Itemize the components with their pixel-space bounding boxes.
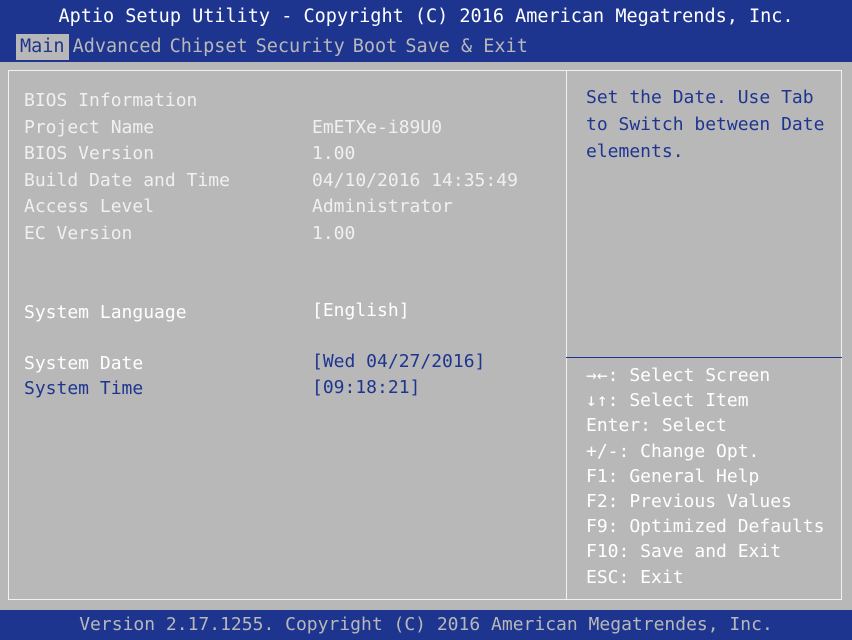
ec-version-value: 1.00 xyxy=(312,223,356,244)
tab-main[interactable]: Main xyxy=(16,34,69,60)
tab-advanced[interactable]: Advanced xyxy=(69,34,166,60)
system-language-label: System Language xyxy=(24,302,187,323)
tab-security[interactable]: Security xyxy=(252,34,349,60)
key-select-item: ↓↑: Select Item xyxy=(586,390,749,412)
bios-version-value: 1.00 xyxy=(312,143,356,164)
version-text: Version 2.17.1255. Copyright (C) 2016 Am… xyxy=(79,614,773,635)
key-previous-values: F2: Previous Values xyxy=(586,490,792,512)
help-panel-divider xyxy=(566,70,567,600)
key-change-opt: +/-: Change Opt. xyxy=(586,440,760,462)
bios-version-label: BIOS Version xyxy=(24,143,155,164)
bios-info-heading: BIOS Information xyxy=(24,90,198,111)
system-time-field[interactable]: [09:18:21] xyxy=(312,377,420,399)
tab-chipset[interactable]: Chipset xyxy=(166,34,252,60)
access-level-label: Access Level xyxy=(24,196,155,217)
project-name-label: Project Name xyxy=(24,117,155,138)
access-level-value: Administrator xyxy=(312,196,453,217)
key-select-screen: →←: Select Screen xyxy=(586,365,771,386)
key-general-help: F1: General Help xyxy=(586,465,760,487)
system-date-field[interactable]: [Wed 04/27/2016] xyxy=(312,351,485,373)
system-time-label: System Time xyxy=(24,378,144,399)
status-bar: Version 2.17.1255. Copyright (C) 2016 Am… xyxy=(0,610,852,640)
tab-boot[interactable]: Boot xyxy=(349,34,402,60)
key-optimized-defaults: F9: Optimized Defaults xyxy=(586,516,825,538)
build-date-label: Build Date and Time xyxy=(24,170,230,191)
tab-save-exit[interactable]: Save & Exit xyxy=(401,34,532,60)
help-text: Set the Date. Use Tab to Switch between … xyxy=(586,87,825,162)
key-esc-exit: ESC: Exit xyxy=(586,566,684,588)
build-date-value: 04/10/2016 14:35:49 xyxy=(312,170,518,191)
project-name-value: EmETXe-i89U0 xyxy=(312,117,443,138)
ec-version-label: EC Version xyxy=(24,223,133,244)
help-keys-divider xyxy=(566,357,842,358)
system-date-label: System Date xyxy=(24,353,144,374)
menu-tabs: Main Advanced Chipset Security Boot Save… xyxy=(16,34,532,60)
key-save-exit: F10: Save and Exit xyxy=(586,541,782,563)
bios-setup-screen: Aptio Setup Utility - Copyright (C) 2016… xyxy=(0,0,852,640)
title-bar: Aptio Setup Utility - Copyright (C) 2016… xyxy=(0,0,852,62)
system-language-select[interactable]: [English] xyxy=(312,300,410,322)
key-enter-select: Enter: Select xyxy=(586,415,727,437)
app-title: Aptio Setup Utility - Copyright (C) 2016… xyxy=(58,6,794,27)
key-legend: →←: Select Screen ↓↑: Select Item Enter:… xyxy=(586,363,842,590)
